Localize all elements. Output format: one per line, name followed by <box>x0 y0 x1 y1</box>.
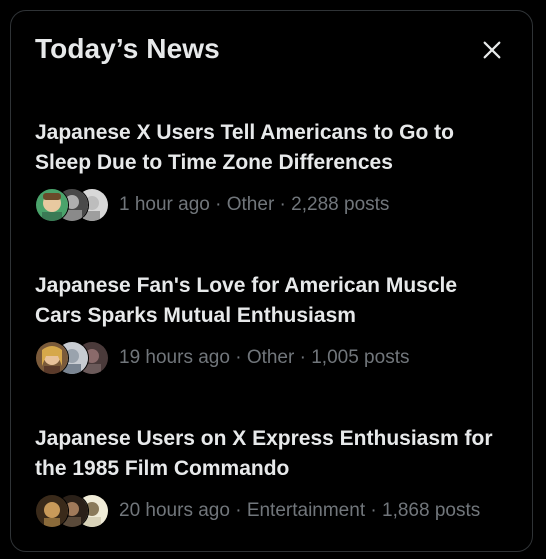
news-post-count: 1,868 posts <box>382 500 481 521</box>
close-icon <box>481 39 503 66</box>
news-meta-text: 19 hours ago · Other · 1,005 posts <box>119 347 409 369</box>
news-title[interactable]: Japanese Users on X Express Enthusiasm f… <box>35 424 505 484</box>
news-category: Entertainment <box>246 500 366 521</box>
news-title[interactable]: Japanese X Users Tell Americans to Go to… <box>35 118 505 178</box>
news-meta-text: 1 hour ago · Other · 2,288 posts <box>119 194 389 216</box>
news-meta: 1 hour ago · Other · 2,288 posts <box>35 188 505 222</box>
news-item[interactable]: Japanese Fan's Love for American Muscle … <box>35 271 505 375</box>
meta-separator: · <box>229 347 247 368</box>
news-meta: 19 hours ago · Other · 1,005 posts <box>35 341 505 375</box>
news-post-count: 1,005 posts <box>311 347 410 368</box>
news-time: 1 hour ago <box>119 194 210 215</box>
news-post-count: 2,288 posts <box>291 194 390 215</box>
todays-news-card: Today’s News Japanese X Users Tell Ameri… <box>10 10 533 552</box>
meta-separator: · <box>365 500 382 521</box>
news-time: 19 hours ago <box>119 347 230 368</box>
news-category: Other <box>226 194 275 215</box>
meta-separator: · <box>294 347 312 368</box>
close-button[interactable] <box>474 34 510 70</box>
meta-separator: · <box>229 500 247 521</box>
avatar <box>35 188 69 222</box>
meta-separator: · <box>274 194 292 215</box>
avatar-stack <box>35 188 109 222</box>
news-time: 20 hours ago <box>119 500 230 521</box>
news-meta: 20 hours ago · Entertainment · 1,868 pos… <box>35 494 505 528</box>
card-title: Today’s News <box>35 33 220 64</box>
avatar-stack <box>35 494 109 528</box>
news-title[interactable]: Japanese Fan's Love for American Muscle … <box>35 271 505 331</box>
meta-separator: · <box>209 194 227 215</box>
news-category: Other <box>246 347 295 368</box>
avatar-stack <box>35 341 109 375</box>
news-meta-text: 20 hours ago · Entertainment · 1,868 pos… <box>119 500 480 522</box>
avatar <box>35 494 69 528</box>
news-item[interactable]: Japanese X Users Tell Americans to Go to… <box>35 118 505 222</box>
news-item[interactable]: Japanese Users on X Express Enthusiasm f… <box>35 424 505 528</box>
avatar <box>35 341 69 375</box>
